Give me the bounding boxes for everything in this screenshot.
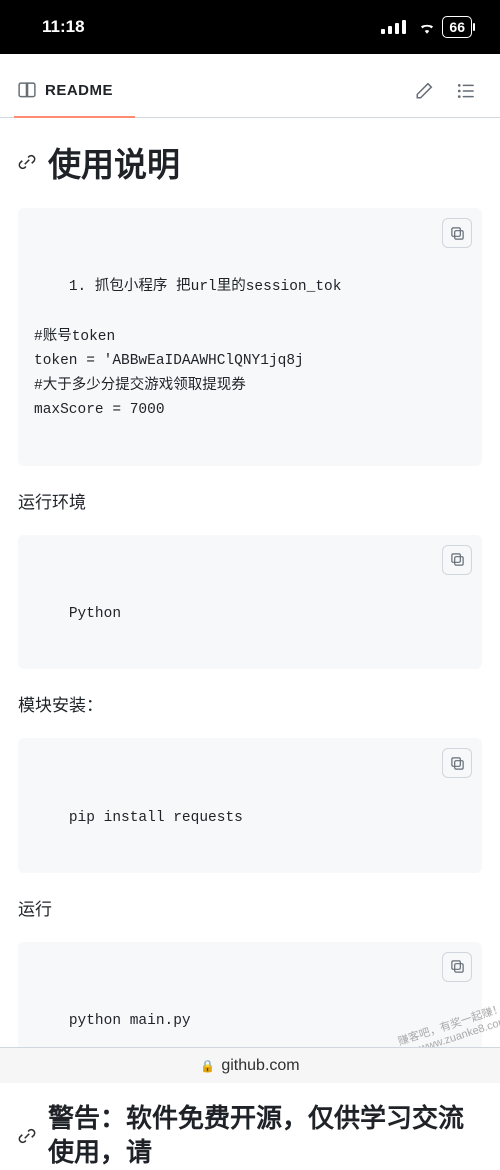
copy-icon [450, 552, 465, 567]
link-icon [18, 153, 36, 171]
warning-heading-row: 警告：软件免费开源，仅供学习交流使用，请 [18, 1102, 482, 1170]
code-block-install: pip install requests [18, 738, 482, 873]
copy-button[interactable] [442, 952, 472, 982]
copy-button[interactable] [442, 218, 472, 248]
battery-indicator: 66 [442, 16, 472, 38]
warning-heading: 警告：软件免费开源，仅供学习交流使用，请 [48, 1102, 482, 1170]
copy-button[interactable] [442, 748, 472, 778]
page-title: 使用说明 [48, 138, 180, 186]
code-text: pip install requests [69, 810, 243, 826]
code-block-env: Python [18, 535, 482, 670]
copy-icon [450, 226, 465, 241]
url-host: github.com [221, 1057, 299, 1075]
anchor-link[interactable] [18, 153, 42, 171]
code-text: Python [69, 606, 121, 622]
anchor-link[interactable] [18, 1127, 42, 1145]
copy-icon [450, 959, 465, 974]
copy-button[interactable] [442, 545, 472, 575]
section-install: 模块安装： [18, 691, 482, 716]
lock-icon: 🔒 [200, 1059, 215, 1073]
browser-top-spacer [0, 54, 500, 64]
readme-content: 使用说明 1. 抓包小程序 把url里的session_tok #账号token… [0, 118, 500, 1170]
browser-address-bar[interactable]: 🔒 github.com [0, 1047, 500, 1083]
status-bar: 11:18 66 [0, 0, 500, 54]
status-right: 66 [381, 16, 472, 38]
section-env: 运行环境 [18, 488, 482, 513]
heading-row: 使用说明 [18, 138, 482, 186]
link-icon [18, 1127, 36, 1145]
edit-button[interactable] [408, 75, 440, 107]
outline-button[interactable] [450, 75, 482, 107]
code-text: 1. 抓包小程序 把url里的session_tok #账号token toke… [34, 279, 341, 418]
book-icon [18, 82, 36, 100]
pencil-icon [415, 82, 433, 100]
status-time: 11:18 [42, 17, 85, 37]
wifi-icon [418, 20, 436, 34]
tab-readme-label: README [45, 82, 113, 99]
tab-readme[interactable]: README [18, 64, 113, 117]
copy-icon [450, 756, 465, 771]
list-icon [457, 82, 475, 100]
code-block-setup: 1. 抓包小程序 把url里的session_tok #账号token toke… [18, 208, 482, 466]
file-tabs: README [0, 64, 500, 118]
section-run: 运行 [18, 895, 482, 920]
cellular-signal-icon [381, 20, 406, 34]
code-text: python main.py [69, 1013, 191, 1029]
